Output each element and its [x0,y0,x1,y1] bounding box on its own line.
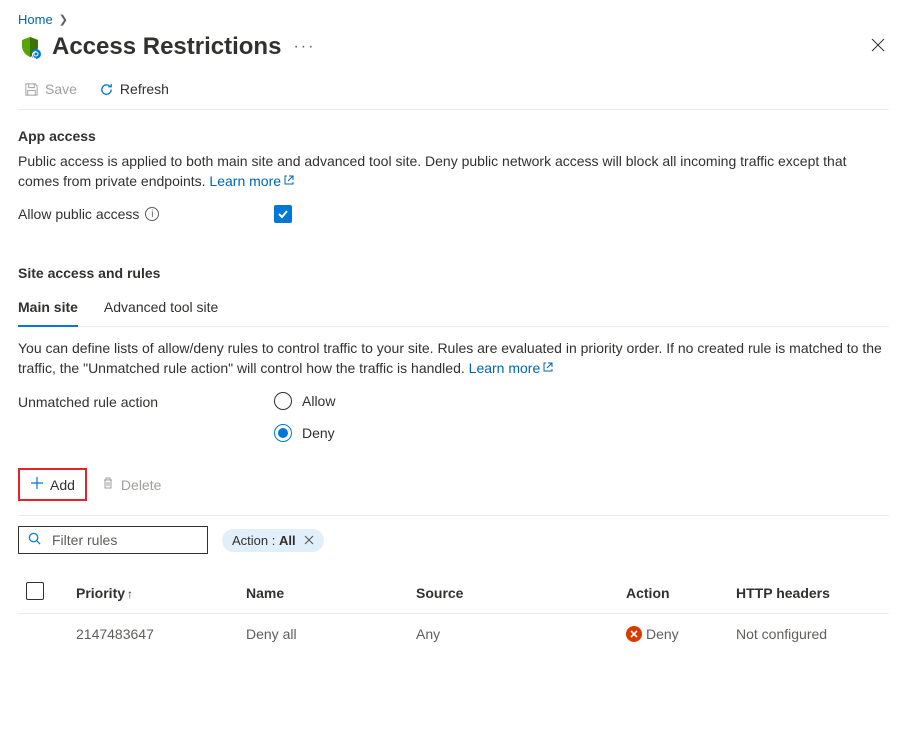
shield-icon [18,35,42,59]
site-access-description: You can define lists of allow/deny rules… [18,339,889,378]
delete-button: Delete [101,476,161,493]
learn-more-link-2[interactable]: Learn more [469,360,555,376]
page-title: Access Restrictions [52,33,281,61]
rules-table: Priority↑ Name Source Action HTTP header… [18,572,889,654]
close-button[interactable] [867,34,889,61]
chevron-right-icon: ❯ [59,13,68,26]
radio-allow[interactable]: Allow [274,392,335,410]
col-name[interactable]: Name [238,572,408,614]
col-priority[interactable]: Priority↑ [68,572,238,614]
app-access-description: Public access is applied to both main si… [18,152,889,191]
more-icon[interactable]: ··· [293,38,315,56]
table-row[interactable]: 2147483647 Deny all Any Deny Not configu… [18,614,889,655]
allow-public-access-label: Allow public access i [18,206,274,222]
remove-filter-icon[interactable] [304,533,314,548]
filter-input-container[interactable] [18,526,208,554]
search-icon [27,531,42,549]
app-access-heading: App access [18,128,889,144]
filter-input[interactable] [50,531,235,549]
refresh-icon [99,82,114,97]
refresh-button[interactable]: Refresh [95,79,173,99]
col-http-headers[interactable]: HTTP headers [728,572,889,614]
radio-deny[interactable]: Deny [274,424,335,442]
sort-asc-icon: ↑ [127,587,133,601]
col-action[interactable]: Action [618,572,728,614]
save-button: Save [20,79,81,99]
external-link-icon [542,359,554,379]
deny-status-icon [626,626,642,642]
site-tabs: Main site Advanced tool site [18,291,889,327]
info-icon[interactable]: i [145,207,159,221]
unmatched-rule-action-label: Unmatched rule action [18,392,274,410]
col-source[interactable]: Source [408,572,618,614]
add-button-highlight: Add [18,468,87,501]
save-icon [24,82,39,97]
tab-main-site[interactable]: Main site [18,291,78,327]
add-button[interactable]: Add [20,470,85,499]
site-access-heading: Site access and rules [18,265,889,281]
command-bar: Save Refresh [18,75,889,110]
breadcrumb: Home ❯ [18,12,889,27]
select-all-checkbox[interactable] [26,582,44,600]
trash-icon [101,476,115,493]
plus-icon [30,476,44,493]
allow-public-access-checkbox[interactable] [274,205,292,223]
learn-more-link[interactable]: Learn more [209,173,295,189]
breadcrumb-home[interactable]: Home [18,12,53,27]
filter-pill-action[interactable]: Action : All [222,529,324,552]
external-link-icon [283,172,295,192]
tab-advanced-tool-site[interactable]: Advanced tool site [104,291,218,326]
